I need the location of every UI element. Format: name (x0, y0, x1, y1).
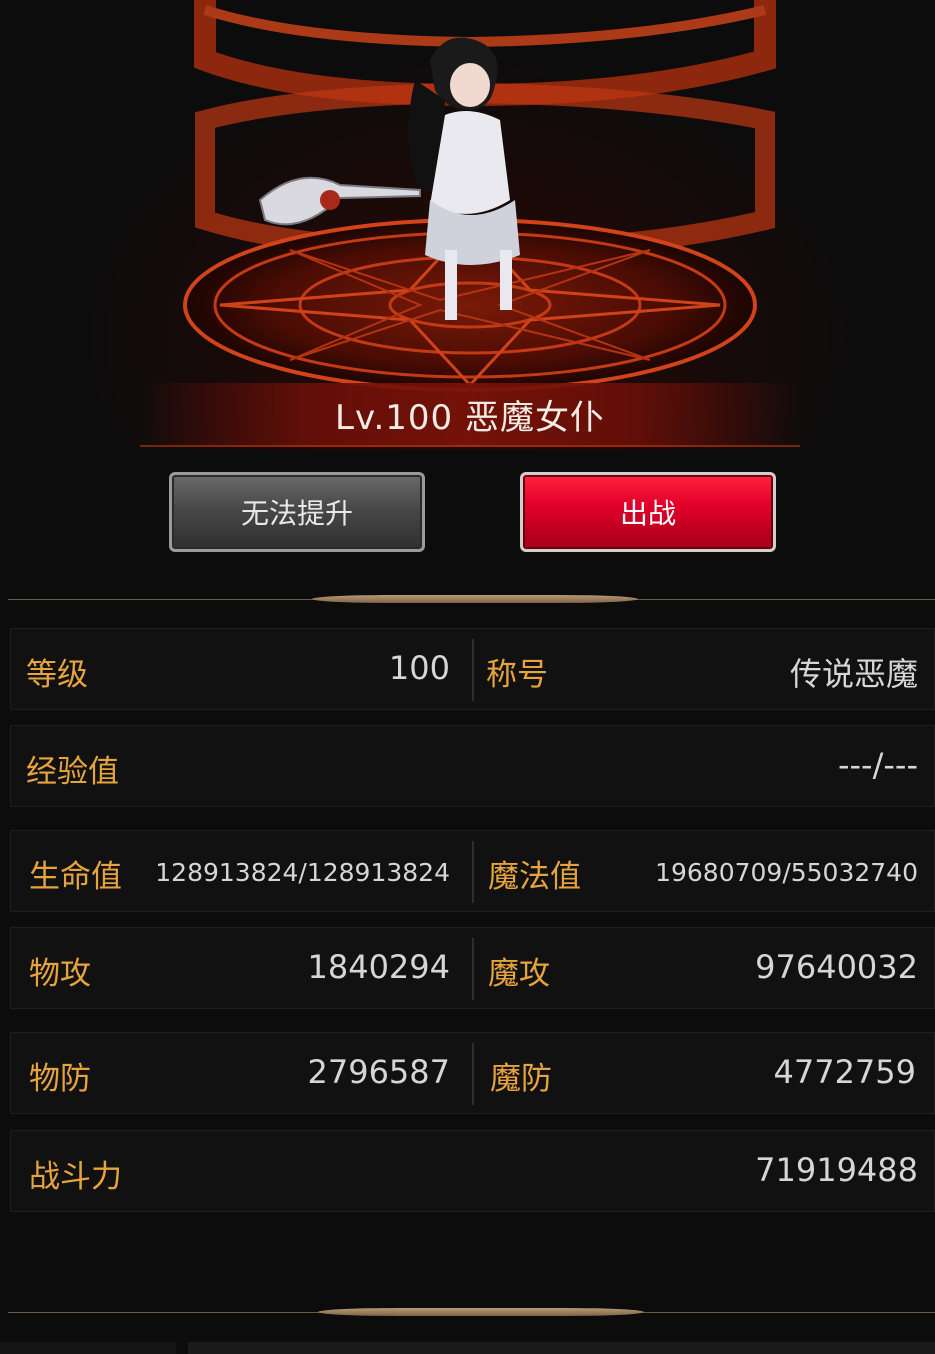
bottom-tab-strip (0, 1342, 935, 1354)
character-level-name: Lv.100 恶魔女仆 (335, 397, 605, 438)
exp-value: ---/--- (837, 746, 918, 784)
magic-attack-value: 97640032 (755, 948, 918, 986)
section-divider-top (8, 595, 935, 605)
character-stage: Lv.100 恶魔女仆 (0, 0, 935, 450)
stat-row-defense: 物防 2796587 魔防 4772759 (10, 1032, 935, 1114)
magic-attack-label: 魔攻 (488, 956, 550, 992)
combat-power-label: 战斗力 (29, 1159, 122, 1195)
stat-row-attack: 物攻 1840294 魔攻 97640032 (10, 927, 935, 1009)
physical-defense-label: 物防 (29, 1061, 91, 1097)
stat-row-exp: 经验值 ---/--- (10, 725, 935, 807)
level-label: 等级 (26, 657, 88, 693)
mp-value: 19680709/55032740 (655, 858, 918, 887)
stat-row-level-title: 等级 100 称号 传说恶魔 (10, 628, 935, 710)
deploy-button[interactable]: 出战 (520, 472, 776, 552)
exp-label: 经验值 (26, 754, 119, 790)
physical-defense-value: 2796587 (307, 1053, 450, 1091)
magic-defense-label: 魔防 (490, 1061, 552, 1097)
title-value: 传说恶魔 (789, 655, 918, 693)
character-name-banner: Lv.100 恶魔女仆 (140, 383, 800, 447)
hp-label: 生命值 (29, 859, 122, 895)
mp-label: 魔法值 (488, 859, 581, 895)
level-value: 100 (388, 649, 450, 687)
stat-row-hp-mp: 生命值 128913824/128913824 魔法值 19680709/550… (10, 830, 935, 912)
upgrade-button[interactable]: 无法提升 (169, 472, 425, 552)
physical-attack-value: 1840294 (307, 948, 450, 986)
physical-attack-label: 物攻 (29, 956, 91, 992)
title-label: 称号 (486, 657, 548, 693)
combat-power-value: 71919488 (755, 1151, 918, 1189)
section-divider-bottom (8, 1308, 935, 1318)
hp-value: 128913824/128913824 (155, 858, 450, 887)
magic-defense-value: 4772759 (773, 1053, 916, 1091)
stat-row-power: 战斗力 71919488 (10, 1130, 935, 1212)
